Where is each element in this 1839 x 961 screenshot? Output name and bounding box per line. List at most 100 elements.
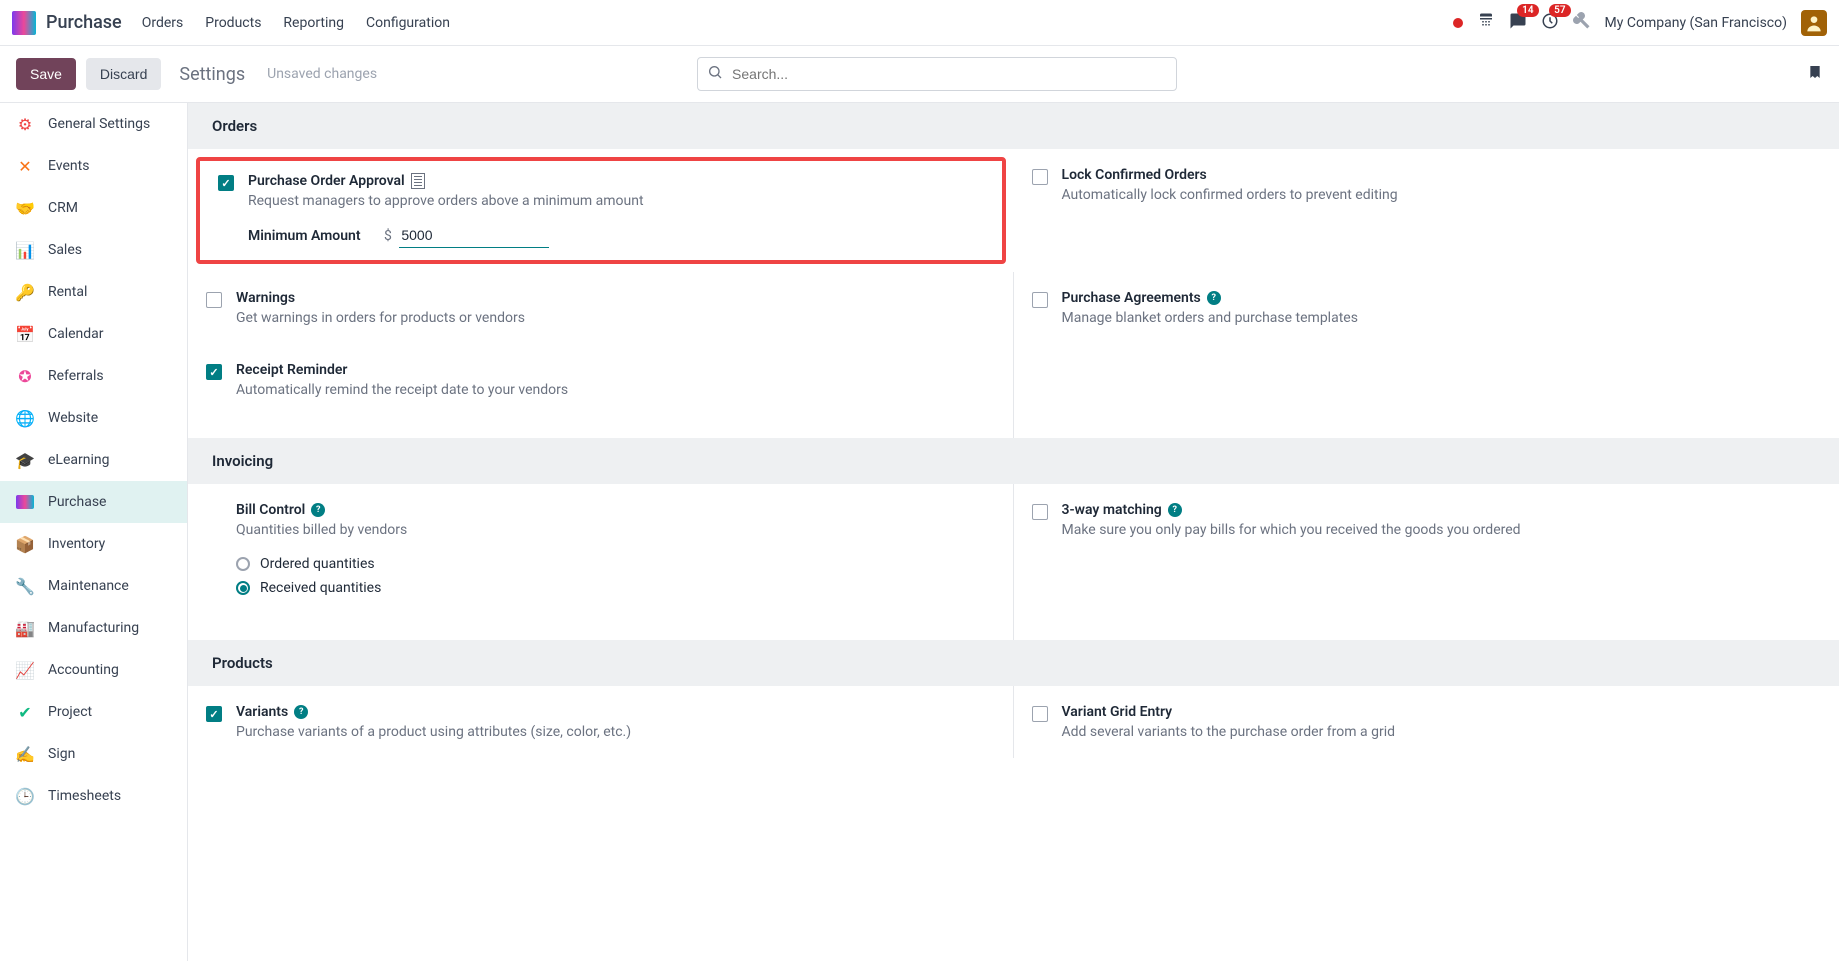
rental-icon: 🔑: [14, 281, 36, 303]
checkbox-lock-orders[interactable]: [1032, 169, 1048, 185]
accounting-icon: 📈: [14, 659, 36, 681]
sidebar-item-timesheets[interactable]: 🕒 Timesheets: [0, 775, 187, 817]
sidebar-label: Referrals: [48, 368, 104, 384]
nav-menu: Orders Products Reporting Configuration: [142, 15, 450, 31]
checkbox-variant-grid[interactable]: [1032, 706, 1048, 722]
elearning-icon: 🎓: [14, 449, 36, 471]
tools-icon[interactable]: [1573, 12, 1591, 34]
currency-symbol: $: [384, 228, 392, 244]
sidebar-item-crm[interactable]: 🤝 CRM: [0, 187, 187, 229]
sidebar-label: General Settings: [48, 116, 150, 132]
checkbox-variants[interactable]: [206, 706, 222, 722]
nav-configuration[interactable]: Configuration: [366, 15, 450, 31]
checkbox-receipt-reminder[interactable]: [206, 364, 222, 380]
top-nav-right: 14 57 My Company (San Francisco): [1453, 10, 1827, 36]
help-icon[interactable]: ?: [1168, 503, 1182, 517]
nav-products[interactable]: Products: [205, 15, 261, 31]
setting-desc: Make sure you only pay bills for which y…: [1062, 522, 1816, 538]
sidebar-item-calendar[interactable]: 📅 Calendar: [0, 313, 187, 355]
timesheets-icon: 🕒: [14, 785, 36, 807]
checkbox-warnings[interactable]: [206, 292, 222, 308]
checkbox-3way-matching[interactable]: [1032, 504, 1048, 520]
maintenance-icon: 🔧: [14, 575, 36, 597]
sidebar-label: Maintenance: [48, 578, 129, 594]
sidebar-label: Accounting: [48, 662, 119, 678]
setting-variants: Variants ? Purchase variants of a produc…: [188, 686, 1014, 758]
highlight-box: Purchase Order Approval Request managers…: [196, 157, 1006, 264]
company-icon[interactable]: [411, 173, 425, 189]
phone-icon[interactable]: [1477, 12, 1495, 34]
setting-bill-control: Bill Control ? Quantities billed by vend…: [188, 484, 1014, 640]
activity-icon[interactable]: 57: [1541, 12, 1559, 34]
setting-desc: Automatically remind the receipt date to…: [236, 382, 989, 398]
company-selector[interactable]: My Company (San Francisco): [1605, 15, 1787, 31]
section-header-products: Products: [188, 640, 1839, 686]
app-logo-icon[interactable]: [12, 11, 36, 35]
user-avatar[interactable]: [1801, 10, 1827, 36]
search-input[interactable]: [697, 57, 1177, 91]
sidebar-item-general[interactable]: ⚙General Settings: [0, 103, 187, 145]
nav-orders[interactable]: Orders: [142, 15, 184, 31]
help-icon[interactable]: ?: [294, 705, 308, 719]
bookmark-icon[interactable]: [1807, 62, 1823, 86]
sign-icon: ✍: [14, 743, 36, 765]
sidebar-item-inventory[interactable]: 📦Inventory: [0, 523, 187, 565]
sidebar-label: Sales: [48, 242, 82, 258]
manufacturing-icon: 🏭: [14, 617, 36, 639]
website-icon: 🌐: [14, 407, 36, 429]
radio-label: Received quantities: [260, 580, 381, 596]
referrals-icon: ✪: [14, 365, 36, 387]
section-header-orders: Orders: [188, 103, 1839, 149]
sidebar-label: Purchase: [48, 494, 106, 510]
radio-label: Ordered quantities: [260, 556, 375, 572]
sidebar-label: CRM: [48, 200, 78, 216]
help-icon[interactable]: ?: [311, 503, 325, 517]
sidebar-item-elearning[interactable]: 🎓 eLearning: [0, 439, 187, 481]
sidebar-item-maintenance[interactable]: 🔧 Maintenance: [0, 565, 187, 607]
sidebar-item-events[interactable]: ✕Events: [0, 145, 187, 187]
sidebar-item-accounting[interactable]: 📈 Accounting: [0, 649, 187, 691]
discuss-icon[interactable]: 14: [1509, 12, 1527, 34]
save-button[interactable]: Save: [16, 58, 76, 90]
nav-reporting[interactable]: Reporting: [283, 15, 344, 31]
setting-desc: Add several variants to the purchase ord…: [1062, 724, 1816, 740]
sidebar-item-sales[interactable]: 📊Sales: [0, 229, 187, 271]
app-title[interactable]: Purchase: [46, 12, 122, 33]
purchase-icon: [14, 491, 36, 513]
crm-icon: 🤝: [14, 197, 36, 219]
sidebar-item-purchase[interactable]: Purchase: [0, 481, 187, 523]
discard-button[interactable]: Discard: [86, 58, 161, 90]
sidebar-label: eLearning: [48, 452, 109, 468]
checkbox-agreements[interactable]: [1032, 292, 1048, 308]
calendar-icon: 📅: [14, 323, 36, 345]
discuss-badge: 14: [1517, 4, 1538, 17]
setting-title: Warnings: [236, 290, 295, 306]
setting-title: Purchase Order Approval: [248, 173, 405, 189]
sidebar-item-referrals[interactable]: ✪ Referrals: [0, 355, 187, 397]
setting-title: Variants: [236, 704, 288, 720]
checkbox-po-approval[interactable]: [218, 175, 234, 191]
sidebar-label: Sign: [48, 746, 75, 762]
radio-received-qty[interactable]: Received quantities: [236, 576, 989, 600]
section-header-invoicing: Invoicing: [188, 438, 1839, 484]
sidebar-item-website[interactable]: 🌐 Website: [0, 397, 187, 439]
sidebar-label: Manufacturing: [48, 620, 139, 636]
radio-icon: [236, 557, 250, 571]
sidebar-item-sign[interactable]: ✍ Sign: [0, 733, 187, 775]
sidebar-item-rental[interactable]: 🔑 Rental: [0, 271, 187, 313]
setting-3way-matching: 3-way matching ? Make sure you only pay …: [1014, 484, 1839, 640]
sidebar-item-manufacturing[interactable]: 🏭 Manufacturing: [0, 607, 187, 649]
min-amount-input[interactable]: [399, 223, 549, 248]
sidebar-label: Website: [48, 410, 98, 426]
sidebar-label: Calendar: [48, 326, 104, 342]
sidebar-item-project[interactable]: ✔Project: [0, 691, 187, 733]
settings-sidebar: ⚙General Settings ✕Events 🤝 CRM 📊Sales 🔑 R…: [0, 103, 188, 961]
setting-desc: Request managers to approve orders above…: [248, 193, 984, 209]
sidebar-label: Rental: [48, 284, 87, 300]
radio-ordered-qty[interactable]: Ordered quantities: [236, 552, 989, 576]
help-icon[interactable]: ?: [1207, 291, 1221, 305]
radio-icon: [236, 581, 250, 595]
sidebar-label: Timesheets: [48, 788, 121, 804]
setting-title: Bill Control: [236, 502, 305, 518]
status-dot-icon[interactable]: [1453, 18, 1463, 28]
